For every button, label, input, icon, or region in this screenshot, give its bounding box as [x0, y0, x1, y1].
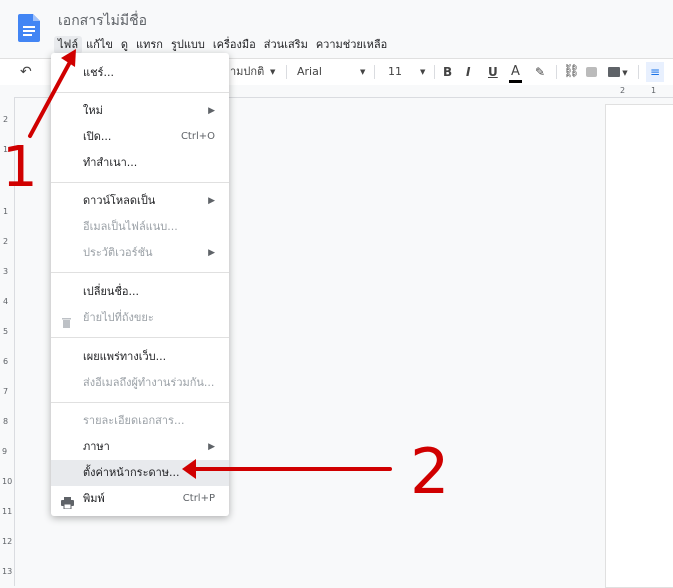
- annotation-number-1: 1: [2, 135, 38, 200]
- annotation-arrow-1: [28, 49, 392, 479]
- arrowhead-2: [182, 459, 196, 479]
- annotation-number-2: 2: [410, 435, 450, 508]
